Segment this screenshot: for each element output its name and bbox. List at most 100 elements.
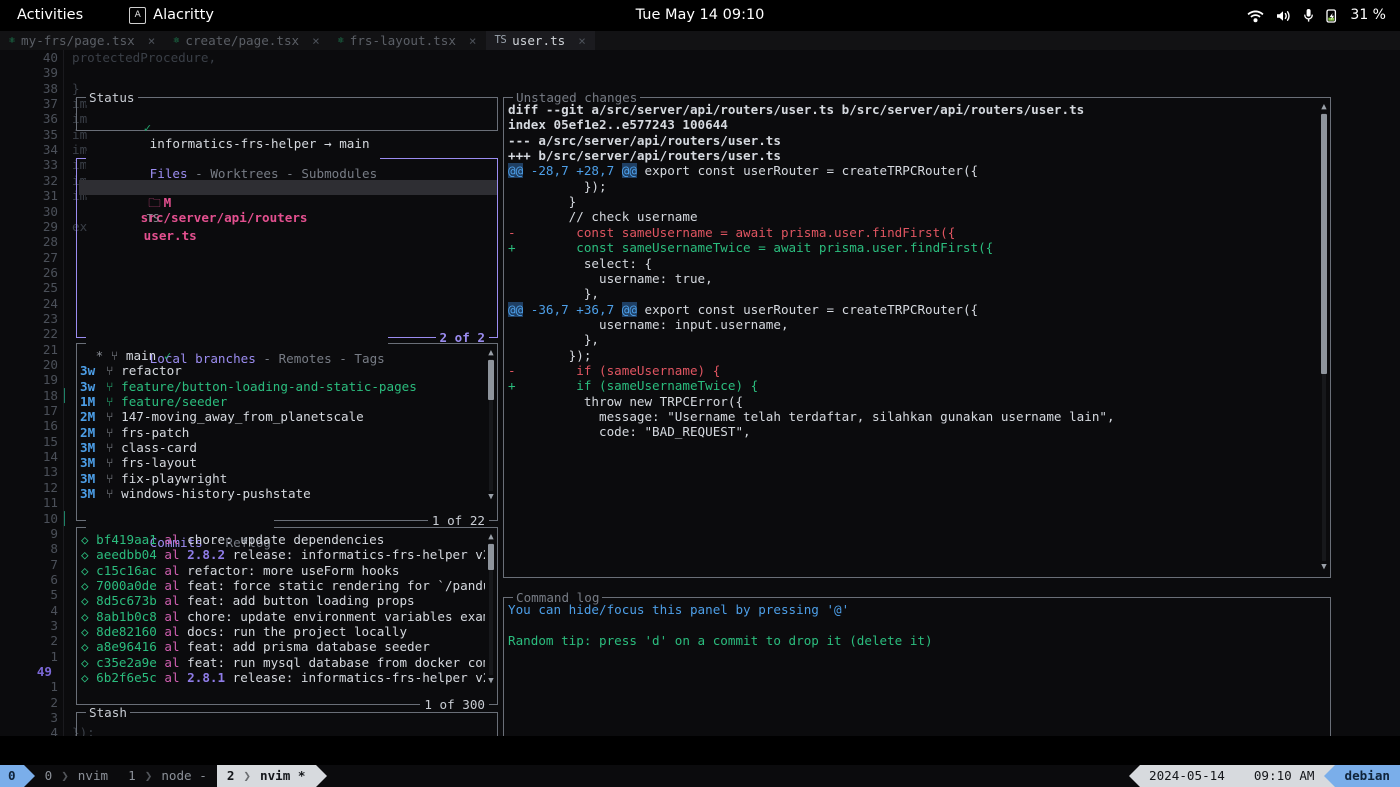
commit-row[interactable]: ◇ a8e96416 al feat: add prisma database …: [81, 639, 485, 654]
stash-panel-title: Stash: [86, 705, 130, 720]
commit-row[interactable]: ◇ 8de82160 al docs: run the project loca…: [81, 624, 485, 639]
commit-row[interactable]: ◇ 6b2f6e5c al 2.8.1 release: informatics…: [81, 670, 485, 685]
diff-line: });: [508, 348, 591, 363]
diff-panel[interactable]: Unstaged changes diff --git a/src/server…: [503, 97, 1331, 578]
branch-row[interactable]: * ⑂ main ✓: [80, 348, 171, 363]
system-tray[interactable]: 31 %: [1247, 8, 1386, 23]
tmux-window-list[interactable]: 0❯nvim1❯node -2❯nvim *: [35, 765, 327, 787]
branches-panel[interactable]: Local branches - Remotes - Tags * ⑂ main…: [76, 343, 498, 521]
commits-panel[interactable]: Commits - Reflog ◇ bf419aa1 al chore: up…: [76, 527, 498, 705]
status-check-icon: ✓: [144, 120, 152, 135]
branch-age: 2M: [80, 409, 106, 424]
clock-label[interactable]: Tue May 14 09:10: [636, 8, 765, 23]
branch-row[interactable]: 2M ⑂ 147-moving_away_from_planetscale: [80, 409, 364, 424]
commit-subject: docs: run the project locally: [187, 624, 407, 639]
activities-button[interactable]: Activities: [17, 8, 83, 23]
editor-tab-0[interactable]: ⚛my-frs/page.tsx×: [0, 31, 164, 50]
commits-scrollbar[interactable]: ▲ ▼: [487, 532, 495, 686]
file-row[interactable]: M TS user.ts: [79, 180, 497, 195]
branch-row[interactable]: 3w ⑂ feature/button-loading-and-static-p…: [80, 379, 417, 394]
diff-line: @@ -28,7 +28,7 @@ export const userRoute…: [508, 163, 978, 178]
branch-name: windows-history-pushstate: [121, 486, 311, 501]
commit-row[interactable]: ◇ 8ab1b0c8 al chore: update environment …: [81, 609, 485, 624]
commit-row[interactable]: ◇ bf419aa1 al chore: update dependencies: [81, 532, 485, 547]
tmux-powerline-sep: [316, 765, 327, 787]
branch-name: feature/button-loading-and-static-pages: [121, 379, 417, 394]
branch-row[interactable]: 3w ⑂ refactor: [80, 363, 182, 378]
branch-name: feature/seeder: [121, 394, 227, 409]
line-number: 13: [16, 464, 58, 479]
terminal-window[interactable]: ⚛my-frs/page.tsx×⚛create/page.tsx×⚛frs-l…: [0, 31, 1400, 736]
commit-row[interactable]: ◇ aeedbb04 al 2.8.2 release: informatics…: [81, 547, 485, 562]
git-branch-icon: ⑂: [111, 348, 126, 363]
line-number: 40: [16, 50, 58, 65]
line-number: 19: [16, 372, 58, 387]
file-tree-folder[interactable]: ▼ 🗀 src/server/api/routers: [80, 164, 307, 179]
diff-hunk-marker: @@: [622, 302, 637, 317]
branch-row[interactable]: 3M ⑂ windows-history-pushstate: [80, 486, 311, 501]
branch-name: fix-playwright: [121, 471, 227, 486]
branch-row[interactable]: 3M ⑂ fix-playwright: [80, 471, 227, 486]
close-icon[interactable]: ×: [148, 33, 156, 48]
editor-tab-2[interactable]: ⚛frs-layout.tsx×: [329, 31, 486, 50]
close-icon[interactable]: ×: [578, 33, 586, 48]
commit-graph-icon: ◇: [81, 563, 96, 578]
remotes-tab[interactable]: Remotes: [279, 351, 332, 366]
tags-tab[interactable]: Tags: [354, 351, 384, 366]
branch-age: 3M: [80, 471, 106, 486]
alacritty-icon: A: [129, 7, 146, 24]
editor-tab-3[interactable]: TSuser.ts×: [486, 31, 595, 50]
typescript-icon: TS: [495, 33, 507, 48]
commit-row[interactable]: ◇ 7000a0de al feat: force static renderi…: [81, 578, 485, 593]
diff-line: message: "Username telah terdaftar, sila…: [508, 409, 1115, 424]
branch-row[interactable]: 1M ⑂ feature/seeder: [80, 394, 227, 409]
close-icon[interactable]: ×: [469, 33, 477, 48]
branch-name: main: [126, 348, 156, 363]
tmux-window-2[interactable]: 2❯nvim *: [217, 765, 316, 787]
commits-counter: 1 of 300: [420, 697, 489, 712]
line-number: 16: [16, 418, 58, 433]
tmux-window-name: nvim: [78, 768, 108, 783]
line-number: 20: [16, 357, 58, 372]
command-log-panel[interactable]: Command log You can hide/focus this pane…: [503, 597, 1331, 736]
commit-row[interactable]: ◇ c15c16ac al refactor: more useForm hoo…: [81, 563, 485, 578]
commit-graph-icon: ◇: [81, 639, 96, 654]
branch-row[interactable]: 3M ⑂ frs-layout: [80, 455, 197, 470]
editor-tab-1[interactable]: ⚛create/page.tsx×: [164, 31, 328, 50]
commit-tag: 2.8.1: [187, 670, 233, 685]
diff-line: +++ b/src/server/api/routers/user.ts: [508, 148, 781, 163]
line-number: 17: [16, 403, 58, 418]
diff-line: // check username: [508, 209, 698, 224]
tmux-session-index[interactable]: 0: [0, 765, 24, 787]
tmux-window-1[interactable]: 1❯node -: [118, 765, 217, 787]
status-row[interactable]: ✓ informatics-frs-helper → main: [83, 105, 370, 120]
close-icon[interactable]: ×: [312, 33, 320, 48]
files-panel[interactable]: Files - Worktrees - Submodules ▼ 🗀 src/s…: [76, 158, 498, 338]
commit-author: al: [164, 624, 187, 639]
diff-context-line: message: "Username telah terdaftar, sila…: [508, 409, 1115, 424]
branches-scrollbar[interactable]: ▲ ▼: [487, 348, 495, 502]
line-number: 2: [16, 695, 58, 710]
status-panel[interactable]: Status ✓ informatics-frs-helper → main: [76, 97, 498, 131]
commit-author: al: [164, 670, 187, 685]
commit-subject: chore: update environment variables exam…: [187, 609, 485, 624]
git-branch-icon: ⑂: [106, 455, 121, 470]
tmux-status-bar[interactable]: 0 0❯nvim1❯node -2❯nvim * 2024-05-14 09:1…: [0, 765, 1400, 787]
lazygit-ui[interactable]: Status ✓ informatics-frs-helper → main F…: [66, 50, 1400, 736]
diff-scrollbar[interactable]: ▲ ▼: [1320, 102, 1328, 572]
editor-tabline[interactable]: ⚛my-frs/page.tsx×⚛create/page.tsx×⚛frs-l…: [0, 31, 1400, 50]
commit-row[interactable]: ◇ c35e2a9e al feat: run mysql database f…: [81, 655, 485, 670]
diff-context-line: },: [508, 286, 599, 301]
commit-row[interactable]: ◇ 8d5c673b al feat: add button loading p…: [81, 593, 485, 608]
active-app-indicator[interactable]: A Alacritty: [129, 7, 214, 24]
tmux-window-0[interactable]: 0❯nvim: [35, 765, 119, 787]
diff-hunk-range: -28,7 +28,7: [523, 163, 622, 178]
stash-panel[interactable]: Stash 0 of 0: [76, 712, 498, 736]
diff-hunk-range: -36,7 +36,7: [523, 302, 622, 317]
line-number: 35: [16, 127, 58, 142]
git-branch-icon: ⑂: [106, 379, 121, 394]
branch-row[interactable]: 3M ⑂ class-card: [80, 440, 197, 455]
commit-subject: release: informatics-frs-helper v2.8.: [233, 670, 485, 685]
branch-row[interactable]: 2M ⑂ frs-patch: [80, 425, 189, 440]
battery-icon: [1325, 8, 1338, 23]
